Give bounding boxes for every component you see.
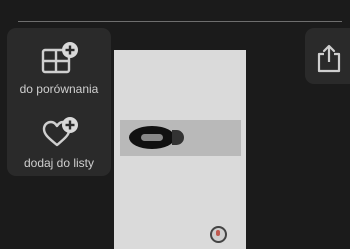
add-to-compare-button[interactable]: do porównania bbox=[7, 28, 111, 100]
product-actions-panel: do porównania dodaj do listy bbox=[7, 28, 111, 176]
share-button[interactable] bbox=[305, 28, 350, 84]
compare-add-icon bbox=[41, 42, 78, 74]
add-to-wishlist-button[interactable]: dodaj do listy bbox=[7, 104, 111, 176]
product-image[interactable] bbox=[114, 50, 246, 249]
heart-add-icon bbox=[42, 117, 78, 147]
door-handle-plate bbox=[120, 120, 241, 156]
top-divider bbox=[18, 21, 342, 22]
add-to-wishlist-label: dodaj do listy bbox=[23, 156, 95, 170]
door-handle-tail bbox=[172, 130, 184, 145]
share-icon bbox=[317, 44, 341, 73]
add-to-compare-label: do porównania bbox=[19, 82, 99, 96]
keyhole bbox=[210, 226, 227, 243]
door-handle bbox=[129, 126, 175, 149]
